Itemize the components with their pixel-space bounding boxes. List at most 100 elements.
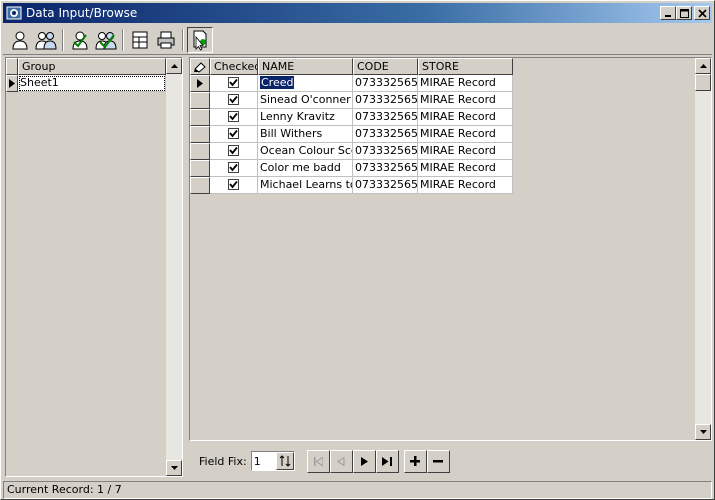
checked-cell[interactable] bbox=[210, 126, 258, 143]
table-row[interactable]: Michael Learns to R 0733325656 MIRAE Rec… bbox=[190, 177, 513, 194]
name-cell[interactable]: Michael Learns to R bbox=[258, 177, 353, 194]
last-icon bbox=[382, 456, 393, 466]
code-cell[interactable]: 0733325655 bbox=[353, 109, 418, 126]
users-button[interactable] bbox=[33, 27, 59, 53]
table-row[interactable]: Ocean Colour Scen 0733325652 MIRAE Recor… bbox=[190, 143, 513, 160]
arrow-up-icon bbox=[699, 64, 707, 68]
code-cell[interactable]: 0733325652 bbox=[353, 143, 418, 160]
prior-record-button[interactable] bbox=[329, 449, 353, 473]
status-text: Current Record: 1 / 7 bbox=[7, 483, 122, 496]
checked-cell[interactable] bbox=[210, 75, 258, 92]
scroll-track[interactable] bbox=[695, 91, 711, 424]
checked-cell[interactable] bbox=[210, 143, 258, 160]
name-text: Sinead O'conner bbox=[260, 93, 351, 106]
next-record-button[interactable] bbox=[352, 449, 376, 473]
checked-column-header[interactable]: Checked bbox=[210, 58, 258, 75]
check-user-button[interactable] bbox=[67, 27, 93, 53]
checkbox[interactable] bbox=[228, 111, 239, 122]
store-cell[interactable]: MIRAE Record bbox=[418, 126, 513, 143]
store-cell[interactable]: MIRAE Record bbox=[418, 75, 513, 92]
field-fix-label: Field Fix: bbox=[199, 454, 247, 468]
first-icon bbox=[313, 456, 323, 466]
checkbox[interactable] bbox=[228, 162, 239, 173]
user-button[interactable] bbox=[7, 27, 33, 53]
code-cell[interactable]: 0733325657 bbox=[353, 75, 418, 92]
close-icon bbox=[697, 8, 707, 18]
scroll-up-button[interactable] bbox=[695, 58, 711, 74]
checkmark-icon bbox=[229, 146, 238, 155]
code-column-header[interactable]: CODE bbox=[353, 58, 418, 75]
group-grid-header: Group bbox=[6, 58, 166, 75]
table-row[interactable]: Sinead O'conner 0733325654 MIRAE Record bbox=[190, 92, 513, 109]
new-record-button[interactable] bbox=[187, 26, 213, 53]
checkbox[interactable] bbox=[228, 145, 239, 156]
group-scrollbar[interactable] bbox=[166, 58, 182, 476]
scroll-down-button[interactable] bbox=[695, 424, 711, 440]
code-cell[interactable]: 0733325656 bbox=[353, 177, 418, 194]
print-button[interactable] bbox=[153, 27, 179, 53]
store-cell[interactable]: MIRAE Record bbox=[418, 92, 513, 109]
field-fix-spinner[interactable]: 1 bbox=[250, 451, 295, 471]
table-row[interactable]: Creed 0733325657 MIRAE Record bbox=[190, 75, 513, 92]
last-record-button[interactable] bbox=[375, 449, 399, 473]
checked-cell[interactable] bbox=[210, 109, 258, 126]
first-record-button[interactable] bbox=[306, 449, 330, 473]
scroll-up-button[interactable] bbox=[166, 58, 182, 74]
check-user-icon bbox=[72, 31, 88, 49]
scroll-down-button[interactable] bbox=[166, 460, 182, 476]
table-row[interactable]: Color me badd 0733325653 MIRAE Record bbox=[190, 160, 513, 177]
checkbox[interactable] bbox=[228, 179, 239, 190]
data-grid-header: Checked NAME CODE STORE bbox=[190, 58, 513, 75]
store-column-header[interactable]: STORE bbox=[418, 58, 513, 75]
field-fix-spin-button[interactable] bbox=[275, 452, 294, 470]
next-icon bbox=[360, 456, 368, 466]
scroll-thumb[interactable] bbox=[695, 74, 711, 91]
toolbar bbox=[3, 25, 712, 55]
title-bar[interactable]: Data Input/Browse bbox=[3, 3, 712, 23]
row-indicator bbox=[190, 109, 210, 126]
check-users-button[interactable] bbox=[93, 27, 119, 53]
checked-cell[interactable] bbox=[210, 160, 258, 177]
layout-button[interactable] bbox=[127, 27, 153, 53]
name-cell[interactable]: Ocean Colour Scen bbox=[258, 143, 353, 160]
store-cell[interactable]: MIRAE Record bbox=[418, 177, 513, 194]
name-cell[interactable]: Sinead O'conner bbox=[258, 92, 353, 109]
field-fix-value[interactable]: 1 bbox=[252, 455, 276, 468]
code-cell[interactable]: 0733325654 bbox=[353, 92, 418, 109]
delete-record-button[interactable] bbox=[426, 449, 450, 473]
code-cell[interactable]: 0733325651 bbox=[353, 126, 418, 143]
minimize-button[interactable] bbox=[660, 6, 676, 20]
table-row[interactable]: Lenny Kravitz 0733325655 MIRAE Record bbox=[190, 109, 513, 126]
name-cell[interactable]: Creed bbox=[258, 75, 353, 92]
store-cell[interactable]: MIRAE Record bbox=[418, 143, 513, 160]
name-cell[interactable]: Lenny Kravitz bbox=[258, 109, 353, 126]
store-cell[interactable]: MIRAE Record bbox=[418, 160, 513, 177]
scroll-track[interactable] bbox=[166, 74, 182, 460]
status-bar: Current Record: 1 / 7 bbox=[3, 481, 712, 499]
checkmark-icon bbox=[229, 129, 238, 138]
checkbox[interactable] bbox=[228, 77, 239, 88]
close-button[interactable] bbox=[694, 6, 710, 20]
maximize-button[interactable] bbox=[676, 6, 692, 20]
insert-record-button[interactable] bbox=[403, 449, 427, 473]
name-cell[interactable]: Color me badd bbox=[258, 160, 353, 177]
group-column-header[interactable]: Group bbox=[18, 58, 166, 75]
group-row[interactable]: Sheet1 bbox=[6, 75, 166, 92]
name-column-header[interactable]: NAME bbox=[258, 58, 353, 75]
code-cell[interactable]: 0733325653 bbox=[353, 160, 418, 177]
name-cell[interactable]: Bill Withers bbox=[258, 126, 353, 143]
maximize-icon bbox=[679, 8, 689, 18]
group-grid: Group Sheet1 bbox=[6, 58, 166, 476]
name-text: Color me badd bbox=[260, 161, 341, 174]
data-grid-body: Creed 0733325657 MIRAE Record Sinead O'c… bbox=[190, 75, 513, 194]
checked-cell[interactable] bbox=[210, 177, 258, 194]
checkbox[interactable] bbox=[228, 128, 239, 139]
table-row[interactable]: Bill Withers 0733325651 MIRAE Record bbox=[190, 126, 513, 143]
group-cell[interactable]: Sheet1 bbox=[18, 75, 166, 92]
checkbox[interactable] bbox=[228, 94, 239, 105]
data-scrollbar[interactable] bbox=[695, 58, 711, 440]
current-row-indicator bbox=[6, 75, 18, 92]
checked-cell[interactable] bbox=[210, 92, 258, 109]
panel-splitter[interactable] bbox=[184, 57, 188, 477]
store-cell[interactable]: MIRAE Record bbox=[418, 109, 513, 126]
